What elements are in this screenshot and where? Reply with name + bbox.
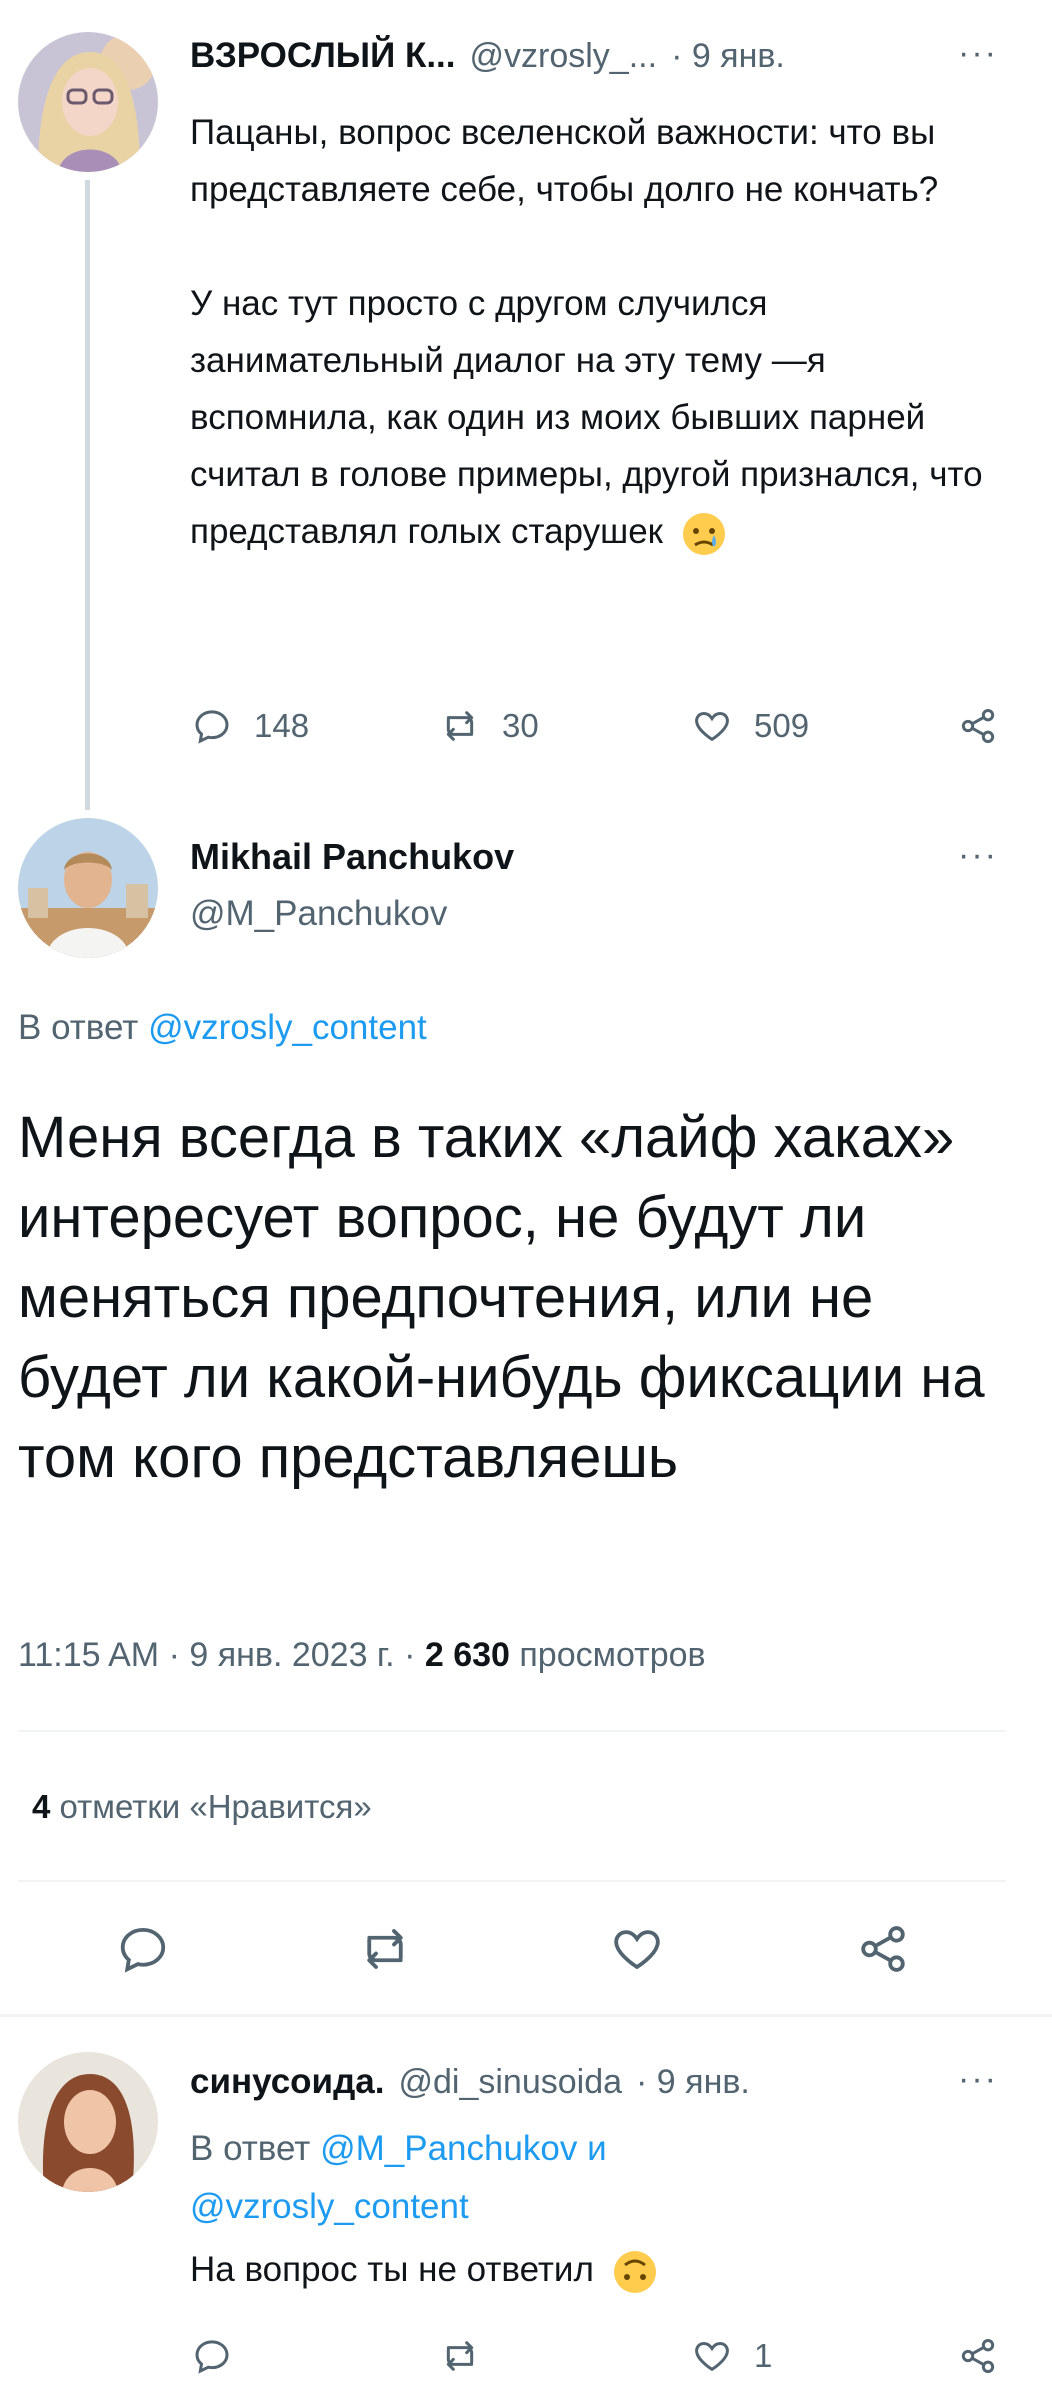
share-icon (961, 2339, 995, 2373)
reply-button[interactable]: 148 (192, 706, 309, 746)
share-icon (861, 1926, 905, 1972)
retweet-icon (446, 711, 474, 741)
tweet-text: Пацаны, вопрос вселенской важности: что … (190, 104, 1020, 560)
thread-line (85, 180, 90, 810)
retweet-count: 30 (502, 707, 539, 744)
likes-count: 4 (32, 1788, 51, 1825)
reply-icon (120, 1927, 166, 1973)
like-count: 509 (754, 707, 810, 744)
retweet-button[interactable] (440, 2336, 480, 2376)
tweet-text-paragraph-1: Пацаны, вопрос вселенской важности: что … (190, 113, 939, 209)
views-count: 2 630 (424, 1636, 510, 1674)
tweet-timestamp[interactable]: 11:15 AM · 9 янв. 2023 г. · (18, 1636, 425, 1674)
like-button[interactable]: 1 (692, 2336, 772, 2376)
author-handle[interactable]: @vzrosly_... (470, 37, 658, 76)
tweet-text-paragraph-2: У нас тут просто с другом случился заним… (190, 275, 1020, 560)
share-button[interactable] (856, 1922, 910, 1981)
retweet-button[interactable]: 30 (440, 706, 539, 746)
share-button[interactable] (958, 706, 998, 746)
divider (18, 1730, 1006, 1732)
reply-count: 148 (254, 707, 310, 744)
more-options-icon[interactable]: ··· (958, 836, 998, 875)
share-button[interactable] (958, 2336, 998, 2376)
reply-to-link[interactable]: @M_Panchukov (320, 2129, 577, 2168)
like-button[interactable] (610, 1922, 664, 1981)
tweet-date[interactable]: · 9 янв. (636, 2063, 750, 2102)
avatar[interactable] (18, 2052, 158, 2192)
tweet-text: На вопрос ты не ответил (190, 2242, 658, 2298)
reply-icon (195, 2340, 229, 2374)
views-label: просмотров (509, 1636, 706, 1674)
retweet-button[interactable] (358, 1922, 412, 1981)
divider (18, 1880, 1006, 1882)
reply-button[interactable] (192, 2336, 232, 2376)
likes-summary[interactable]: 4 отметки «Нравится» (32, 1788, 372, 1826)
author-name[interactable]: Mikhail Panchukov (190, 836, 514, 878)
reply-to-link[interactable]: @vzrosly_content (148, 1008, 427, 1047)
like-button[interactable]: 509 (692, 706, 809, 746)
reply-icon (195, 710, 229, 744)
avatar[interactable] (18, 32, 158, 172)
author-handle[interactable]: @di_sinusoida (398, 2063, 622, 2102)
reply-label: В ответ (18, 1008, 139, 1047)
author-name[interactable]: синусоида. (190, 2062, 384, 2102)
section-divider (0, 2014, 1052, 2017)
author-handle[interactable]: @M_Panchukov (190, 894, 447, 934)
avatar[interactable] (18, 818, 158, 958)
reply-to-link[interactable]: @vzrosly_content (190, 2178, 1010, 2236)
retweet-icon (367, 1929, 403, 1969)
reply-label: В ответ (190, 2129, 311, 2168)
reply-and: и (577, 2129, 607, 2168)
tweet-date[interactable]: · 9 янв. (671, 37, 785, 76)
author-name[interactable]: ВЗРОСЛЫЙ К... (190, 36, 456, 76)
retweet-icon (446, 2341, 474, 2371)
heart-icon (614, 1930, 660, 1970)
likes-label: отметки «Нравится» (50, 1788, 372, 1825)
more-options-icon[interactable]: ··· (958, 34, 998, 73)
heart-icon (695, 2341, 729, 2372)
like-count: 1 (754, 2337, 773, 2374)
crying-face-emoji (682, 512, 725, 555)
more-options-icon[interactable]: ··· (958, 2060, 998, 2099)
tweet-text: Меня всегда в таких «лайф хаках» интерес… (18, 1105, 985, 1490)
reply-button[interactable] (116, 1922, 170, 1981)
share-icon (961, 709, 995, 743)
heart-icon (695, 711, 729, 742)
upside-down-face-emoji (613, 2250, 656, 2293)
